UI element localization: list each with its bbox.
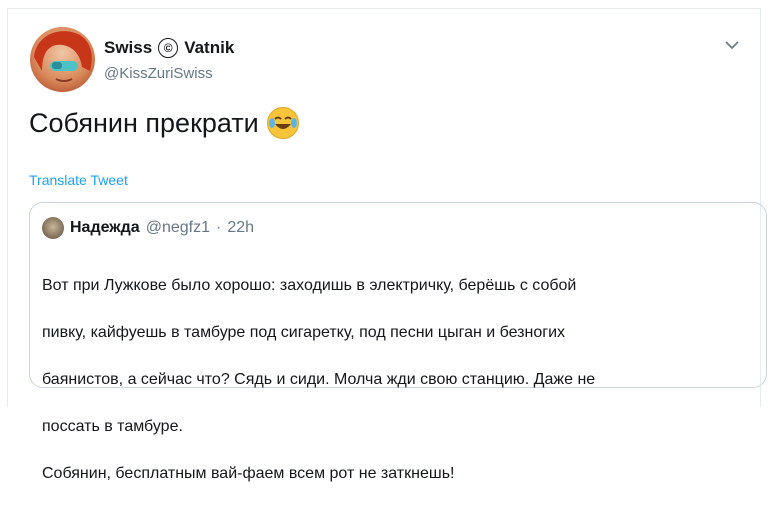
- quoted-text-line: пивку, кайфуешь в тамбуре под сигаретку,…: [42, 323, 565, 341]
- quoted-timestamp[interactable]: 22h: [227, 219, 254, 237]
- quoted-text-line: Собянин, бесплатным вай-фаем всем рот не…: [42, 464, 455, 482]
- author-name-row[interactable]: Swiss © Vatnik: [104, 38, 234, 58]
- quoted-tweet[interactable]: Надежда @negfz1 · 22h Вот при Лужкове бы…: [29, 202, 767, 482]
- copyright-icon: ©: [158, 38, 179, 58]
- quoted-text-line: поссать в тамбуре.: [42, 417, 183, 435]
- quoted-display-name[interactable]: Надежда: [70, 219, 140, 237]
- display-name-part2[interactable]: Vatnik: [184, 38, 234, 58]
- quoted-tweet-header: Надежда @negfz1 · 22h: [42, 217, 254, 239]
- meta-separator: ·: [215, 219, 222, 236]
- chevron-down-icon[interactable]: [724, 37, 740, 53]
- quoted-text-line: Вот при Лужкове было хорошо: заходишь в …: [42, 276, 577, 294]
- quoted-avatar[interactable]: [42, 217, 64, 239]
- quoted-text-line: баянистов, а сейчас что? Сядь и сиди. Мо…: [42, 370, 596, 388]
- quoted-tweet-text: Вот при Лужкове было хорошо: заходишь в …: [42, 250, 742, 509]
- translate-tweet-link[interactable]: Translate Tweet: [29, 172, 128, 188]
- display-name-part1[interactable]: Swiss: [104, 38, 152, 58]
- tweet-text: Собянин прекрати: [29, 107, 299, 139]
- tweet-text-content: Собянин прекрати: [29, 107, 259, 138]
- face-with-tears-of-joy-icon: [266, 107, 299, 139]
- avatar[interactable]: [30, 27, 95, 92]
- author-handle[interactable]: @KissZuriSwiss: [104, 65, 213, 82]
- quoted-handle[interactable]: @negfz1: [146, 219, 210, 237]
- tweet-card: Swiss © Vatnik @KissZuriSwiss Собянин пр…: [7, 8, 767, 482]
